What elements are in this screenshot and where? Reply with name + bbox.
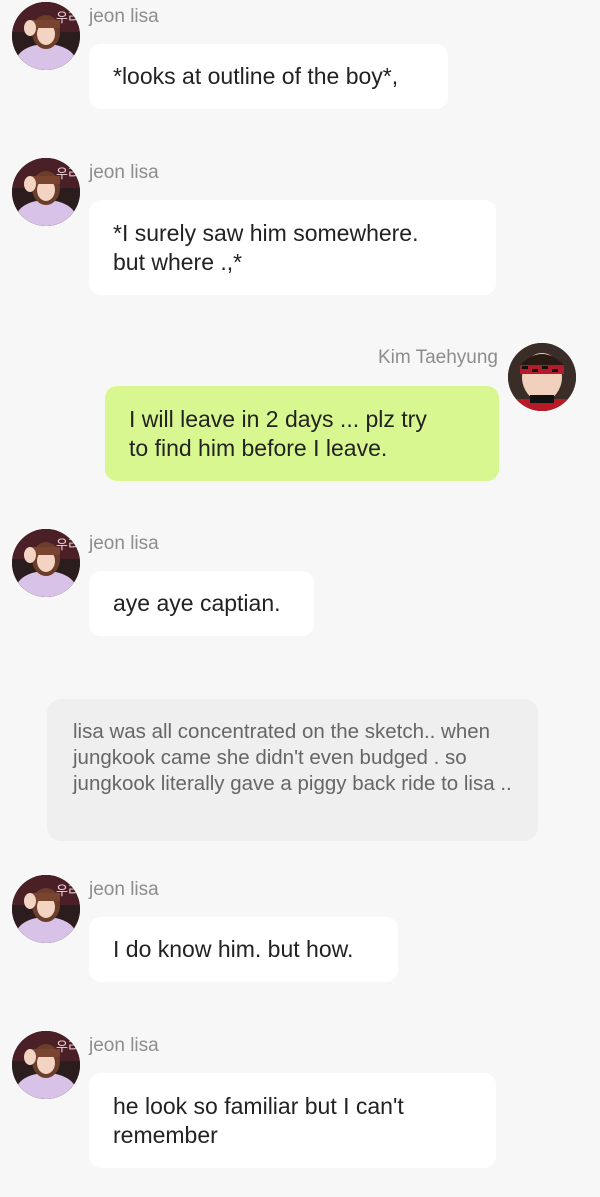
sender-name: jeon lisa (89, 533, 159, 554)
message-row: jeon lisa I do know him. but how. (0, 873, 600, 993)
message-bubble[interactable]: *looks at outline of the boy*, (89, 44, 448, 109)
avatar[interactable] (12, 2, 80, 70)
sender-name: Kim Taehyung (377, 347, 498, 368)
avatar[interactable] (12, 158, 80, 226)
sender-name: jeon lisa (89, 1035, 159, 1056)
message-row: jeon lisa he look so familiar but I can'… (0, 1029, 600, 1179)
narration-block: lisa was all concentrated on the sketch.… (47, 699, 538, 841)
message-bubble-self[interactable]: I will leave in 2 days ... plz try to fi… (105, 386, 499, 481)
message-row: jeon lisa aye aye captian. (0, 527, 600, 647)
message-bubble[interactable]: he look so familiar but I can't remember (89, 1073, 496, 1168)
taehyung-avatar-icon (508, 343, 576, 411)
message-row-self: Kim Taehyung I will leave in 2 days ... … (0, 343, 600, 488)
lisa-avatar-icon (12, 529, 80, 597)
message-row: jeon lisa *I surely saw him somewhere. b… (0, 156, 600, 306)
message-bubble[interactable]: I do know him. but how. (89, 917, 398, 982)
sender-name: jeon lisa (89, 6, 159, 27)
sender-name: jeon lisa (89, 879, 159, 900)
avatar[interactable] (12, 1031, 80, 1099)
avatar[interactable] (508, 343, 576, 411)
message-bubble[interactable]: aye aye captian. (89, 571, 314, 636)
message-row: jeon lisa *looks at outline of the boy*, (0, 0, 600, 120)
avatar[interactable] (12, 875, 80, 943)
lisa-avatar-icon (12, 158, 80, 226)
lisa-avatar-icon (12, 875, 80, 943)
message-bubble[interactable]: *I surely saw him somewhere. but where .… (89, 200, 496, 295)
avatar[interactable] (12, 529, 80, 597)
lisa-avatar-icon (12, 2, 80, 70)
sender-name: jeon lisa (89, 162, 159, 183)
lisa-avatar-icon (12, 1031, 80, 1099)
